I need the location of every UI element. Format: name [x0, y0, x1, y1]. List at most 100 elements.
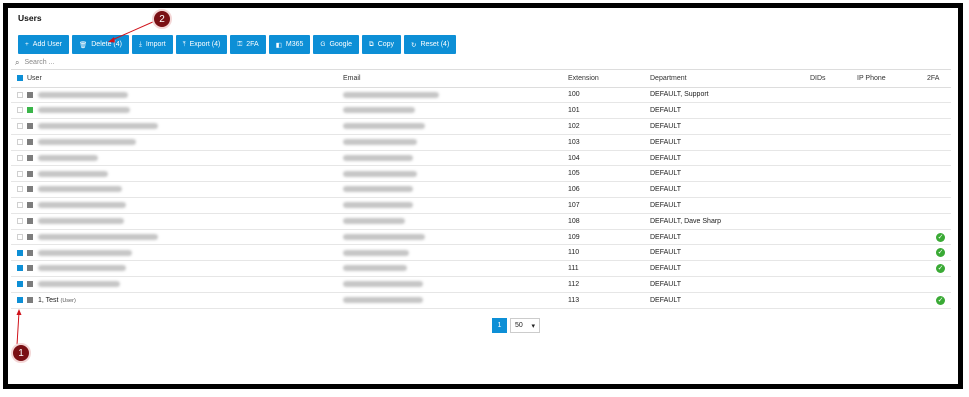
row-checkbox[interactable]: [17, 91, 23, 98]
col-dids[interactable]: DIDs: [806, 71, 853, 88]
row-checkbox[interactable]: [17, 217, 23, 224]
page-size-value: 50: [515, 322, 523, 329]
ip-phone-cell: [853, 197, 923, 214]
row-checkbox[interactable]: [17, 233, 23, 240]
twofa-cell: [923, 102, 951, 120]
user-cell[interactable]: [23, 213, 339, 230]
export-icon: ⤒: [182, 40, 186, 48]
user-cell[interactable]: [23, 87, 339, 104]
page-title: Users: [18, 13, 42, 23]
row-select-cell[interactable]: [11, 197, 23, 214]
user-cell[interactable]: [23, 134, 339, 151]
add-user-button[interactable]: + Add User: [18, 35, 69, 54]
user-cell[interactable]: [23, 102, 339, 120]
export-4-button[interactable]: ⤒ Export (4): [175, 35, 228, 54]
extension-cell: 101: [564, 102, 646, 120]
twofa-cell: [923, 181, 951, 199]
col-2fa[interactable]: 2FA: [923, 71, 951, 88]
row-select-cell[interactable]: [11, 229, 23, 246]
copy-icon: ⧉: [369, 40, 374, 48]
dids-cell: [806, 292, 853, 309]
user-cell[interactable]: [23, 276, 339, 293]
col-ip-phone[interactable]: IP Phone: [853, 71, 923, 88]
user-cell[interactable]: 1, Test (User): [23, 292, 339, 309]
row-checkbox[interactable]: [17, 265, 23, 272]
row-select-cell[interactable]: [11, 260, 23, 278]
department-cell: DEFAULT: [646, 260, 806, 278]
table-row[interactable]: 102 DEFAULT: [11, 118, 951, 135]
m365-button[interactable]: ◧ M365: [268, 35, 311, 54]
twofa-cell: ✓: [923, 244, 951, 262]
row-select-cell[interactable]: [11, 165, 23, 183]
reset-4-button[interactable]: ↻ Reset (4): [404, 35, 457, 54]
row-checkbox[interactable]: [17, 202, 23, 209]
dids-cell: [806, 197, 853, 214]
email-cell: [339, 276, 564, 293]
row-checkbox[interactable]: [17, 281, 23, 288]
row-checkbox[interactable]: [17, 170, 23, 177]
table-row[interactable]: 108 DEFAULT, Dave Sharp: [11, 213, 951, 230]
google-button[interactable]: G Google: [313, 35, 360, 54]
user-cell[interactable]: [23, 197, 339, 214]
select-all-checkbox[interactable]: [17, 75, 23, 82]
row-select-cell[interactable]: [11, 213, 23, 230]
row-checkbox[interactable]: [17, 138, 23, 145]
row-checkbox[interactable]: [17, 107, 23, 114]
delete-4-button[interactable]: 🗑 Delete (4): [71, 35, 129, 54]
table-row[interactable]: 105 DEFAULT: [11, 165, 951, 183]
page-size-select[interactable]: 50 ▾: [510, 318, 540, 333]
redacted-email: [343, 265, 407, 272]
row-select-cell[interactable]: [11, 134, 23, 151]
user-cell[interactable]: [23, 118, 339, 135]
user-cell[interactable]: [23, 150, 339, 167]
row-select-cell[interactable]: [11, 292, 23, 309]
row-select-cell[interactable]: [11, 102, 23, 120]
search-input[interactable]: Search ...: [24, 59, 54, 66]
copy-button[interactable]: ⧉ Copy: [362, 35, 402, 54]
row-checkbox[interactable]: [17, 123, 23, 130]
row-select-cell[interactable]: [11, 244, 23, 262]
department-cell: DEFAULT, Dave Sharp: [646, 213, 806, 230]
row-select-cell[interactable]: [11, 181, 23, 199]
table-row[interactable]: 110 DEFAULT ✓: [11, 244, 951, 262]
col-email[interactable]: Email: [339, 71, 564, 88]
row-select-cell[interactable]: [11, 87, 23, 104]
extension-cell: 112: [564, 276, 646, 293]
user-cell[interactable]: [23, 244, 339, 262]
search-bar[interactable]: ⌕ Search ...: [11, 56, 951, 70]
2fa-button[interactable]: ⚿ 2FA: [230, 35, 266, 54]
user-cell[interactable]: [23, 165, 339, 183]
table-row[interactable]: 107 DEFAULT: [11, 197, 951, 214]
table-row[interactable]: 112 DEFAULT: [11, 276, 951, 293]
row-checkbox[interactable]: [17, 186, 23, 193]
import-button[interactable]: ⤓ Import: [131, 35, 173, 54]
dids-cell: [806, 118, 853, 135]
email-cell: [339, 165, 564, 183]
col-user[interactable]: User: [23, 71, 339, 88]
table-row[interactable]: 106 DEFAULT: [11, 181, 951, 199]
table-row[interactable]: 109 DEFAULT ✓: [11, 229, 951, 246]
row-checkbox[interactable]: [17, 249, 23, 256]
email-cell: [339, 229, 564, 246]
table-row[interactable]: 111 DEFAULT ✓: [11, 260, 951, 278]
row-checkbox[interactable]: [17, 154, 23, 161]
row-select-cell[interactable]: [11, 276, 23, 293]
row-select-cell[interactable]: [11, 150, 23, 167]
user-cell[interactable]: [23, 181, 339, 199]
twofa-cell: [923, 118, 951, 135]
page-1-button[interactable]: 1: [492, 318, 507, 333]
row-select-cell[interactable]: [11, 118, 23, 135]
col-department[interactable]: Department: [646, 71, 806, 88]
dids-cell: [806, 165, 853, 183]
table-row[interactable]: 100 DEFAULT, Support: [11, 87, 951, 104]
select-all-cell[interactable]: [11, 71, 23, 88]
row-checkbox[interactable]: [17, 296, 23, 303]
table-row[interactable]: 104 DEFAULT: [11, 150, 951, 167]
table-row[interactable]: 101 DEFAULT: [11, 102, 951, 120]
presence-status-icon: [27, 249, 33, 256]
table-row[interactable]: 1, Test (User) 113 DEFAULT ✓: [11, 292, 951, 309]
user-cell[interactable]: [23, 229, 339, 246]
col-extension[interactable]: Extension: [564, 71, 646, 88]
user-cell[interactable]: [23, 260, 339, 278]
table-row[interactable]: 103 DEFAULT: [11, 134, 951, 151]
